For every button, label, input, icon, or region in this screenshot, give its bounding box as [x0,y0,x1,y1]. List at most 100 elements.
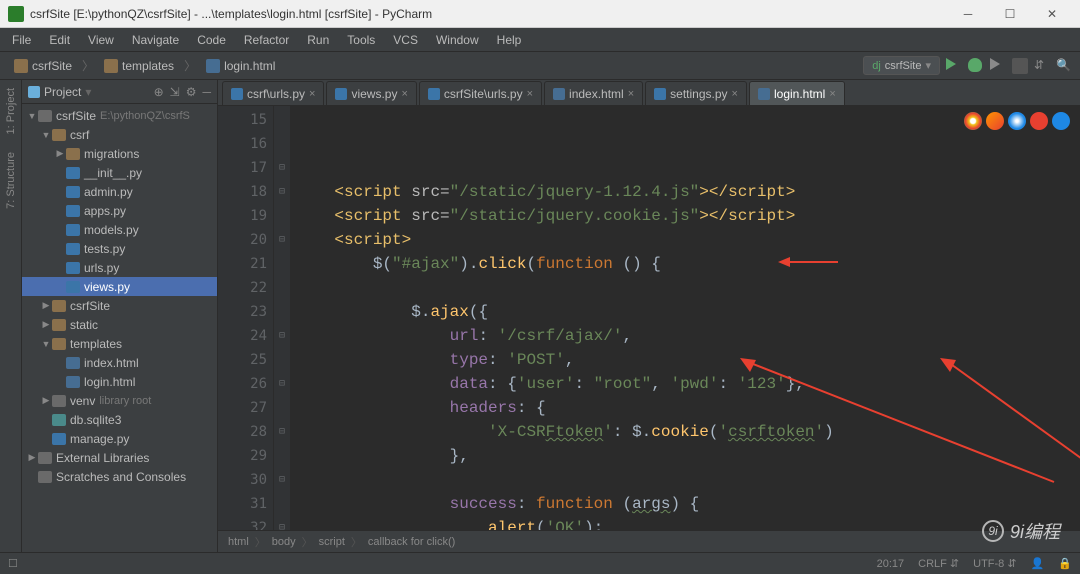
collapse-all-icon[interactable]: ⇲ [170,85,180,99]
tree-item[interactable]: ▶migrations [22,144,217,163]
tree-item[interactable]: Scratches and Consoles [22,467,217,486]
line-separator[interactable]: CRLF ⇵ [918,557,959,570]
tree-item[interactable]: ▼csrf [22,125,217,144]
browser-icons [964,112,1070,130]
window-controls: ─ ☐ ✕ [948,4,1072,24]
tab-close-icon[interactable]: × [829,88,835,100]
search-everywhere-button[interactable]: 🔍 [1056,58,1072,74]
menu-vcs[interactable]: VCS [385,31,426,49]
tree-item[interactable]: db.sqlite3 [22,410,217,429]
code-editor[interactable]: 15161718192021222324252627282930313233 ⊟… [218,106,1080,530]
debug-button[interactable] [968,58,984,74]
tab-close-icon[interactable]: × [527,88,533,100]
main-menubar: FileEditViewNavigateCodeRefactorRunTools… [0,28,1080,52]
tree-item[interactable]: __init__.py [22,163,217,182]
sidebar-header: Project ▾ ⊕ ⇲ ⚙ ─ [22,80,217,104]
line-numbers: 15161718192021222324252627282930313233 [218,106,274,530]
menu-file[interactable]: File [4,31,39,49]
tree-item[interactable]: ▶External Libraries [22,448,217,467]
status-bar: ☐ 20:17 CRLF ⇵ UTF-8 ⇵ 👤 🔒 [0,552,1080,574]
close-button[interactable]: ✕ [1032,4,1072,24]
inspections-icon[interactable]: 👤 [1031,557,1045,570]
menu-code[interactable]: Code [189,31,234,49]
tree-item[interactable]: models.py [22,220,217,239]
tree-item[interactable]: admin.py [22,182,217,201]
menu-help[interactable]: Help [489,31,530,49]
tree-item[interactable]: ▶csrfSite [22,296,217,315]
tree-item[interactable]: ▶static [22,315,217,334]
tab-close-icon[interactable]: × [732,88,738,100]
menu-run[interactable]: Run [299,31,337,49]
coverage-button[interactable] [990,58,1006,74]
menu-window[interactable]: Window [428,31,487,49]
menu-view[interactable]: View [80,31,122,49]
editor-tab[interactable]: settings.py× [645,81,747,105]
tree-item[interactable]: views.py [22,277,217,296]
nav-crumb[interactable]: csrfSite [8,57,78,75]
breadcrumb-item[interactable]: callback for click() [368,536,455,548]
app-icon [8,6,24,22]
tree-item[interactable]: ▼csrfSite E:\pythonQZ\csrfS [22,106,217,125]
nav-crumb[interactable]: templates [98,57,180,75]
menu-tools[interactable]: Tools [339,31,383,49]
menu-navigate[interactable]: Navigate [124,31,187,49]
breadcrumb-item[interactable]: body [272,536,296,548]
run-configuration-select[interactable]: djcsrfSite▾ [863,56,940,75]
breadcrumb-item[interactable]: script [319,536,345,548]
editor-area: csrf\urls.py×views.py×csrfSite\urls.py×i… [218,80,1080,552]
cursor-position: 20:17 [877,558,905,570]
tree-item[interactable]: tests.py [22,239,217,258]
tool-window-strip: 1: Project 7: Structure [0,80,22,552]
maximize-button[interactable]: ☐ [990,4,1030,24]
tree-item[interactable]: apps.py [22,201,217,220]
menu-edit[interactable]: Edit [41,31,78,49]
tree-item[interactable]: index.html [22,353,217,372]
code-content[interactable]: <script src="/static/jquery-1.12.4.js"><… [290,106,1080,530]
breadcrumb-path: csrfSite〉templates〉login.html [8,57,281,75]
project-tree[interactable]: ▼csrfSite E:\pythonQZ\csrfS▼csrf▶migrati… [22,104,217,552]
window-title: csrfSite [E:\pythonQZ\csrfSite] - ...\te… [30,7,948,21]
tab-close-icon[interactable]: × [628,88,634,100]
toolbar-right: djcsrfSite▾ ⇵ 🔍 [863,56,1072,75]
editor-tab[interactable]: views.py× [326,81,416,105]
tree-item[interactable]: urls.py [22,258,217,277]
tree-item[interactable]: login.html [22,372,217,391]
structure-tool-button[interactable]: 7: Structure [5,148,17,213]
editor-tab[interactable]: csrf\urls.py× [222,81,324,105]
menu-refactor[interactable]: Refactor [236,31,297,49]
run-button[interactable] [946,58,962,74]
project-tool-button[interactable]: 1: Project [5,84,17,138]
vcs-button[interactable]: ⇵ [1034,58,1050,74]
settings-gear-icon[interactable]: ⚙ [186,85,197,99]
hide-icon[interactable]: ─ [202,85,211,99]
nav-crumb[interactable]: login.html [200,57,281,75]
tree-item[interactable]: ▼templates [22,334,217,353]
tree-item[interactable]: manage.py [22,429,217,448]
minimize-button[interactable]: ─ [948,4,988,24]
tab-close-icon[interactable]: × [401,88,407,100]
memory-indicator[interactable]: 🔒 [1058,557,1072,570]
window-titlebar: csrfSite [E:\pythonQZ\csrfSite] - ...\te… [0,0,1080,28]
editor-tabs: csrf\urls.py×views.py×csrfSite\urls.py×i… [218,80,1080,106]
editor-tab[interactable]: csrfSite\urls.py× [419,81,542,105]
autoscroll-icon[interactable]: ⊕ [154,85,164,99]
tab-close-icon[interactable]: × [309,88,315,100]
breadcrumb-item[interactable]: html [228,536,249,548]
chrome-icon[interactable] [964,112,982,130]
watermark: 9i9i编程 [982,518,1060,544]
safari-icon[interactable] [1008,112,1026,130]
fold-gutter[interactable]: ⊟⊟⊟⊟⊟⊟⊟⊟⊟ [274,106,290,530]
opera-icon[interactable] [1030,112,1048,130]
editor-breadcrumb: html〉body〉script〉callback for click() [218,530,1080,552]
status-left: ☐ [8,557,18,570]
sidebar-title: Project [44,85,81,99]
editor-tab[interactable]: index.html× [544,81,643,105]
editor-tab[interactable]: login.html× [749,81,845,105]
file-encoding[interactable]: UTF-8 ⇵ [973,557,1016,570]
tree-item[interactable]: ▶venv library root [22,391,217,410]
project-sidebar: Project ▾ ⊕ ⇲ ⚙ ─ ▼csrfSite E:\pythonQZ\… [22,80,218,552]
ie-icon[interactable] [1052,112,1070,130]
stop-button[interactable] [1012,58,1028,74]
firefox-icon[interactable] [986,112,1004,130]
main-area: 1: Project 7: Structure Project ▾ ⊕ ⇲ ⚙ … [0,80,1080,552]
